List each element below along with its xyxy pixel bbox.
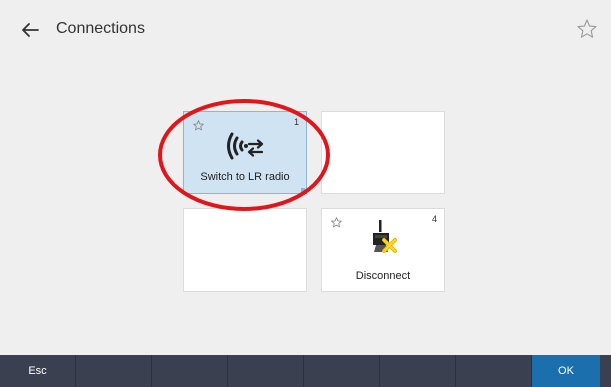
page-title: Connections — [56, 20, 145, 37]
star-outline-icon[interactable] — [192, 119, 205, 132]
bottom-bar: Esc OK — [0, 355, 611, 387]
disconnect-icon — [373, 220, 397, 253]
resize-handle[interactable] — [301, 188, 305, 192]
tile-number: 1 — [293, 117, 299, 127]
tile-label: Disconnect — [355, 270, 411, 282]
tile-switch-to-lr-radio[interactable]: 1 Switch to LR radio — [183, 111, 307, 194]
softkey-empty[interactable] — [228, 355, 304, 387]
softkey-empty[interactable] — [76, 355, 152, 387]
tile-disconnect[interactable]: 4 Disconnect — [321, 208, 445, 292]
softkey-empty[interactable] — [304, 355, 380, 387]
ok-button[interactable]: OK — [532, 355, 600, 387]
back-button[interactable] — [18, 18, 42, 42]
esc-button[interactable]: Esc — [0, 355, 76, 387]
header: Connections — [0, 0, 611, 60]
star-outline-icon[interactable] — [330, 216, 343, 229]
tile-empty[interactable] — [321, 111, 445, 194]
tile-number: 4 — [431, 214, 437, 224]
star-outline-icon — [577, 19, 597, 38]
favorite-button[interactable] — [575, 17, 599, 41]
tile-empty[interactable] — [183, 208, 307, 292]
softkey-empty[interactable] — [152, 355, 228, 387]
tile-label: Switch to LR radio — [200, 171, 290, 183]
arrow-left-icon — [22, 23, 39, 37]
radio-switch-icon — [227, 132, 264, 160]
softkey-empty[interactable] — [456, 355, 532, 387]
softkey-empty[interactable] — [380, 355, 456, 387]
